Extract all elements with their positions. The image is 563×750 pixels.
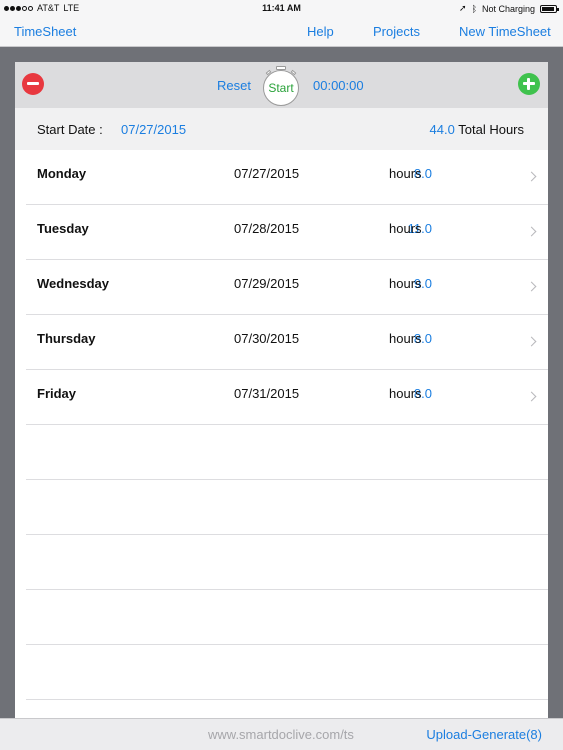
chevron-right-icon (526, 226, 537, 237)
chevron-right-icon (526, 171, 537, 182)
chevron-right-icon (526, 336, 537, 347)
minus-icon (27, 82, 39, 85)
hours-unit: hours (389, 166, 422, 181)
start-date-label: Start Date : (37, 122, 103, 137)
day-name: Tuesday (37, 221, 89, 236)
day-name: Thursday (37, 331, 96, 346)
start-stopwatch-button[interactable]: Start (261, 66, 301, 106)
day-name: Monday (37, 166, 87, 181)
day-date: 07/31/2015 (234, 386, 300, 401)
empty-row (26, 590, 548, 645)
empty-row (26, 700, 548, 718)
timer-display: 00:00:00 (313, 78, 364, 93)
hours-unit: hours (389, 221, 422, 236)
navigation-bar: TimeSheet Help Projects New TimeSheet (0, 16, 563, 47)
hours-unit: hours (389, 276, 422, 291)
hours-unit: hours (389, 331, 422, 346)
website-link[interactable]: www.smartdoclive.com/ts (208, 727, 354, 742)
delete-button[interactable] (22, 73, 44, 95)
timer-toolbar: Reset Start 00:00:00 (15, 62, 548, 108)
day-date: 07/30/2015 (234, 331, 300, 346)
empty-row (26, 645, 548, 700)
battery-icon (540, 4, 559, 13)
help-button[interactable]: Help (307, 24, 334, 39)
day-list: Monday 07/27/2015 8.0 hours Tuesday 07/2… (15, 150, 548, 718)
plus-icon-vertical (527, 78, 530, 90)
day-date: 07/27/2015 (234, 166, 300, 181)
timesheet-panel: Reset Start 00:00:00 Start Date : 07/27/… (15, 62, 548, 718)
table-row[interactable]: Friday 07/31/2015 8.0 hours (26, 370, 548, 425)
bluetooth-icon: ᛒ (471, 3, 477, 14)
total-hours: 44.0 Total Hours (430, 122, 524, 137)
total-hours-value: 44.0 (429, 122, 455, 137)
empty-row (26, 535, 548, 590)
upload-generate-button[interactable]: Upload-Generate(8) (426, 727, 542, 742)
charging-label: Not Charging (481, 3, 535, 14)
empty-row (26, 425, 548, 480)
table-row[interactable]: Monday 07/27/2015 8.0 hours (26, 150, 548, 205)
hours-unit: hours (389, 386, 422, 401)
status-right: ➚ ᛒ Not Charging (459, 3, 559, 14)
empty-row (26, 480, 548, 535)
chevron-right-icon (526, 391, 537, 402)
table-row[interactable]: Tuesday 07/28/2015 11.0 hours (26, 205, 548, 260)
day-date: 07/29/2015 (234, 276, 300, 291)
add-button[interactable] (518, 73, 540, 95)
day-date: 07/28/2015 (234, 221, 300, 236)
bottom-toolbar: www.smartdoclive.com/ts Upload-Generate(… (0, 718, 563, 750)
new-timesheet-button[interactable]: New TimeSheet (459, 24, 551, 39)
day-name: Friday (37, 386, 77, 401)
reset-button[interactable]: Reset (217, 78, 251, 93)
status-bar: AT&T LTE 11:41 AM ➚ ᛒ Not Charging (0, 0, 563, 16)
summary-bar: Start Date : 07/27/2015 44.0 Total Hours (15, 108, 548, 150)
table-row[interactable]: Thursday 07/30/2015 8.0 hours (26, 315, 548, 370)
day-name: Wednesday (37, 276, 110, 291)
projects-button[interactable]: Projects (373, 24, 420, 39)
start-date-value[interactable]: 07/27/2015 (121, 122, 186, 137)
location-icon: ➚ (459, 3, 467, 13)
table-row[interactable]: Wednesday 07/29/2015 9.0 hours (26, 260, 548, 315)
chevron-right-icon (526, 281, 537, 292)
timesheet-nav-button[interactable]: TimeSheet (14, 24, 76, 39)
start-label: Start (263, 70, 299, 106)
total-hours-label: Total Hours (458, 122, 524, 137)
